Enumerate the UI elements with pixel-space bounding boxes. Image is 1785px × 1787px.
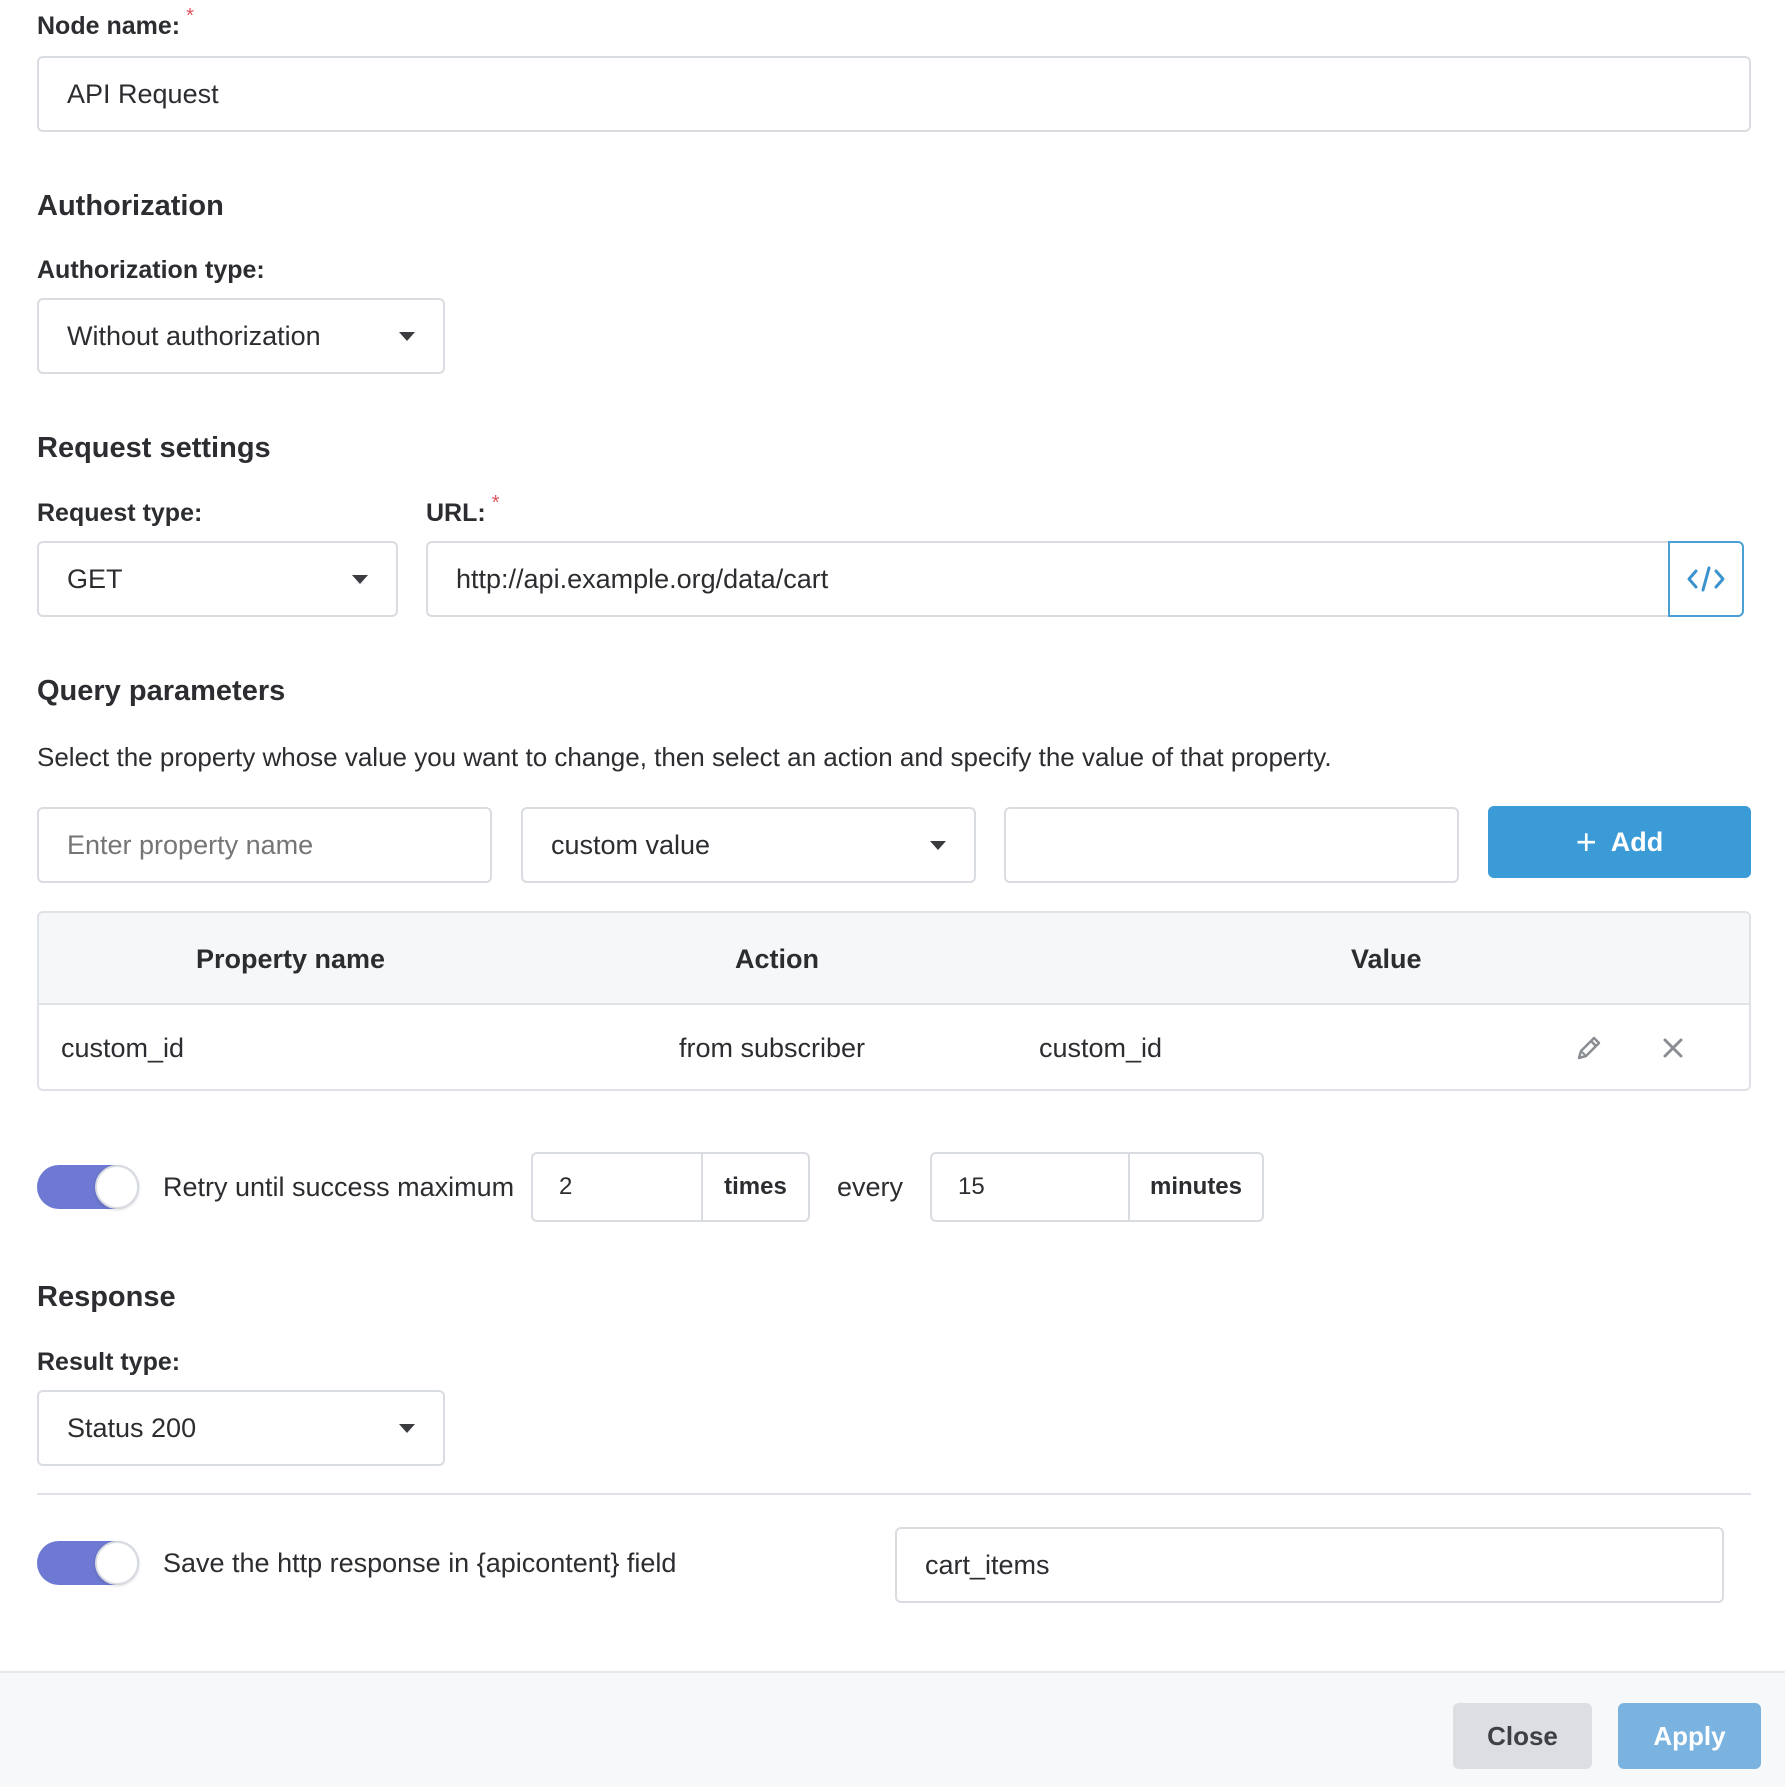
section-divider	[37, 1493, 1751, 1495]
request-settings-title: Request settings	[37, 432, 271, 464]
authorization-type-label: Authorization type:	[37, 256, 265, 284]
every-label: every	[837, 1171, 904, 1202]
retry-label: Retry until success maximum	[163, 1171, 515, 1202]
apply-button[interactable]: Apply	[1618, 1703, 1761, 1769]
column-header-value: Value	[1351, 943, 1422, 974]
node-name-input[interactable]: API Request	[37, 56, 1751, 132]
chevron-down-icon	[399, 1424, 415, 1433]
table-header: Property name Action Value	[39, 913, 1749, 1005]
pencil-icon	[1577, 1036, 1601, 1060]
query-parameters-description: Select the property whose value you want…	[37, 742, 1332, 772]
chevron-down-icon	[352, 575, 368, 584]
url-value: http://api.example.org/data/cart	[456, 563, 829, 594]
response-title: Response	[37, 1281, 176, 1313]
url-label: URL: *	[426, 492, 500, 527]
request-type-select[interactable]: GET	[37, 541, 398, 617]
row-action: from subscriber	[679, 1032, 866, 1063]
chevron-down-icon	[399, 332, 415, 341]
close-button[interactable]: Close	[1453, 1703, 1592, 1769]
retry-times-group: 2 times	[531, 1152, 810, 1222]
save-response-field-input[interactable]: cart_items	[895, 1527, 1724, 1603]
node-name-label: Node name: *	[37, 5, 194, 40]
plus-icon: +	[1575, 821, 1597, 862]
result-type-select[interactable]: Status 200	[37, 1390, 445, 1466]
toggle-knob	[95, 1541, 139, 1585]
node-name-value: API Request	[67, 78, 219, 109]
retry-times-unit: times	[724, 1173, 787, 1200]
request-type-value: GET	[67, 563, 123, 594]
authorization-title: Authorization	[37, 190, 224, 222]
request-type-label: Request type:	[37, 499, 203, 527]
action-select[interactable]: custom value	[521, 807, 976, 883]
footer-bar: Close Apply	[0, 1671, 1785, 1787]
authorization-type-select[interactable]: Without authorization	[37, 298, 445, 374]
delete-row-button[interactable]	[1650, 1025, 1696, 1071]
column-header-action: Action	[735, 943, 819, 974]
save-response-field-value: cart_items	[925, 1549, 1050, 1580]
authorization-type-value: Without authorization	[67, 320, 321, 351]
row-property-name: custom_id	[61, 1032, 185, 1063]
code-insert-button[interactable]	[1668, 541, 1744, 617]
property-name-input[interactable]	[37, 807, 492, 883]
retry-interval-group: 15 minutes	[930, 1152, 1264, 1222]
result-type-value: Status 200	[67, 1412, 197, 1443]
result-type-label: Result type:	[37, 1348, 181, 1376]
edit-row-button[interactable]	[1566, 1025, 1612, 1071]
row-value: custom_id	[1039, 1032, 1163, 1063]
save-response-label: Save the http response in {apicontent} f…	[163, 1547, 677, 1578]
toggle-knob	[95, 1165, 139, 1209]
add-button-label: Add	[1610, 826, 1664, 857]
retry-times-input[interactable]: 2	[533, 1154, 703, 1220]
table-row: custom_id from subscriber custom_id	[39, 1005, 1749, 1089]
save-response-toggle[interactable]	[37, 1541, 139, 1585]
action-select-value: custom value	[551, 829, 711, 860]
close-icon	[1663, 1038, 1683, 1058]
add-button[interactable]: + Add	[1488, 806, 1751, 878]
url-input[interactable]: http://api.example.org/data/cart	[426, 541, 1670, 617]
chevron-down-icon	[930, 841, 946, 850]
retry-interval-unit: minutes	[1149, 1173, 1242, 1200]
query-parameters-table: Property name Action Value custom_id fro…	[37, 911, 1751, 1091]
required-marker: *	[491, 492, 500, 514]
property-value-input[interactable]	[1004, 807, 1459, 883]
query-parameters-title: Query parameters	[37, 675, 286, 707]
code-icon	[1687, 566, 1725, 592]
column-header-property: Property name	[196, 943, 386, 974]
retry-toggle[interactable]	[37, 1165, 139, 1209]
retry-interval-input[interactable]: 15	[932, 1154, 1130, 1220]
required-marker: *	[186, 5, 194, 27]
